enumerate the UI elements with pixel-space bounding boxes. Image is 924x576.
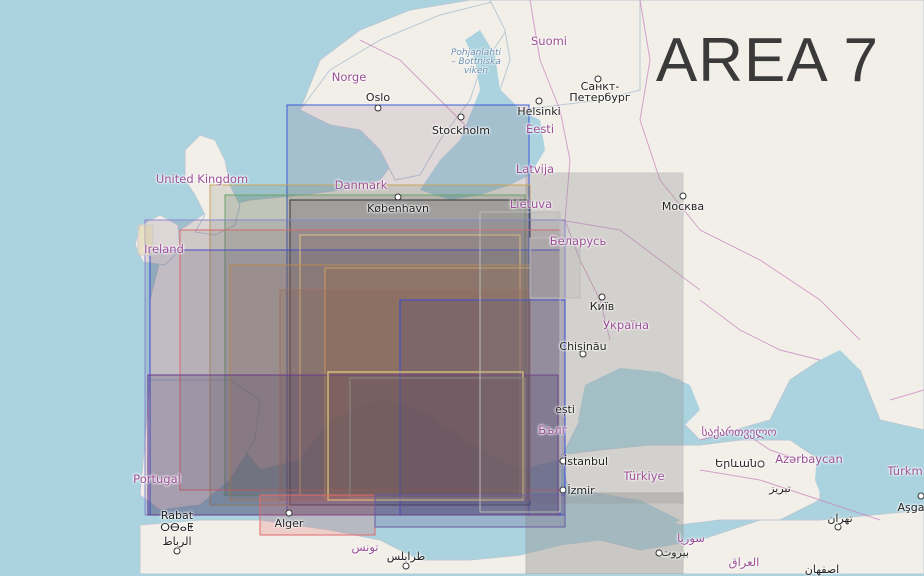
country-label: Lietuva — [510, 199, 552, 211]
city-label[interactable]: تهران — [827, 513, 852, 524]
city-label[interactable]: İstanbul — [564, 456, 608, 467]
country-label: Türkm — [887, 466, 922, 478]
country-label: Norge — [332, 72, 367, 84]
city-label[interactable]: İzmir — [567, 485, 594, 496]
city-dot — [458, 114, 465, 121]
country-label: Бълг — [538, 425, 567, 437]
city-label[interactable]: Երևան — [715, 458, 757, 469]
city-label[interactable]: الرباط — [162, 536, 191, 547]
city-dot — [918, 493, 924, 500]
city-label[interactable]: Москва — [662, 201, 704, 212]
country-label: العراق — [729, 557, 760, 569]
city-dot — [680, 193, 687, 200]
caspian-sea — [808, 350, 860, 505]
city-label[interactable]: Alger — [275, 518, 304, 529]
city-dot — [375, 105, 382, 112]
city-label[interactable]: تبریز — [769, 483, 791, 494]
city-label[interactable]: بيروت — [661, 547, 689, 558]
city-label[interactable]: طرابلس — [387, 551, 426, 562]
country-label: საქართველო — [702, 427, 777, 439]
area-title: AREA 7 — [656, 30, 879, 92]
city-label[interactable]: ⵔⴱⴰⵟ — [160, 522, 193, 533]
city-dot — [286, 510, 293, 517]
country-label: Portugal — [133, 474, 181, 486]
city-dot — [174, 548, 181, 555]
city-label[interactable]: København — [367, 203, 429, 214]
city-dot — [536, 98, 543, 105]
country-label: Eesti — [526, 124, 554, 136]
city-dot — [403, 563, 410, 570]
city-label[interactable]: اصفهان — [805, 564, 839, 575]
city-label[interactable]: Rabat — [161, 510, 193, 521]
city-dot — [560, 487, 567, 494]
city-label[interactable]: Stockholm — [432, 125, 490, 136]
country-label: سوريا — [677, 533, 705, 545]
city-dot — [395, 194, 402, 201]
country-label: Danmark — [335, 180, 388, 192]
country-label: United Kingdom — [156, 174, 248, 186]
country-label: Azərbaycan — [775, 454, 843, 466]
country-label: Ireland — [144, 244, 184, 256]
sea-label: Pohjanlahti – Bottniska viken — [451, 49, 501, 76]
city-label[interactable]: Chișinău — [559, 341, 606, 352]
country-label: Suomi — [531, 36, 567, 48]
city-label[interactable]: Oslo — [366, 92, 390, 103]
country-label: Latvija — [516, 164, 554, 176]
city-label[interactable]: ești — [555, 404, 575, 415]
country-label: Україна — [603, 320, 649, 332]
city-label[interactable]: Aşga — [898, 502, 924, 513]
city-dot — [758, 461, 765, 468]
country-label: تونس — [351, 542, 378, 554]
country-label: Türkiye — [623, 471, 664, 483]
city-label[interactable]: Helsinki — [517, 106, 560, 117]
city-label[interactable]: Санкт-Петербург — [568, 81, 632, 103]
city-label[interactable]: Київ — [590, 301, 615, 312]
country-label: Беларусь — [550, 236, 607, 248]
